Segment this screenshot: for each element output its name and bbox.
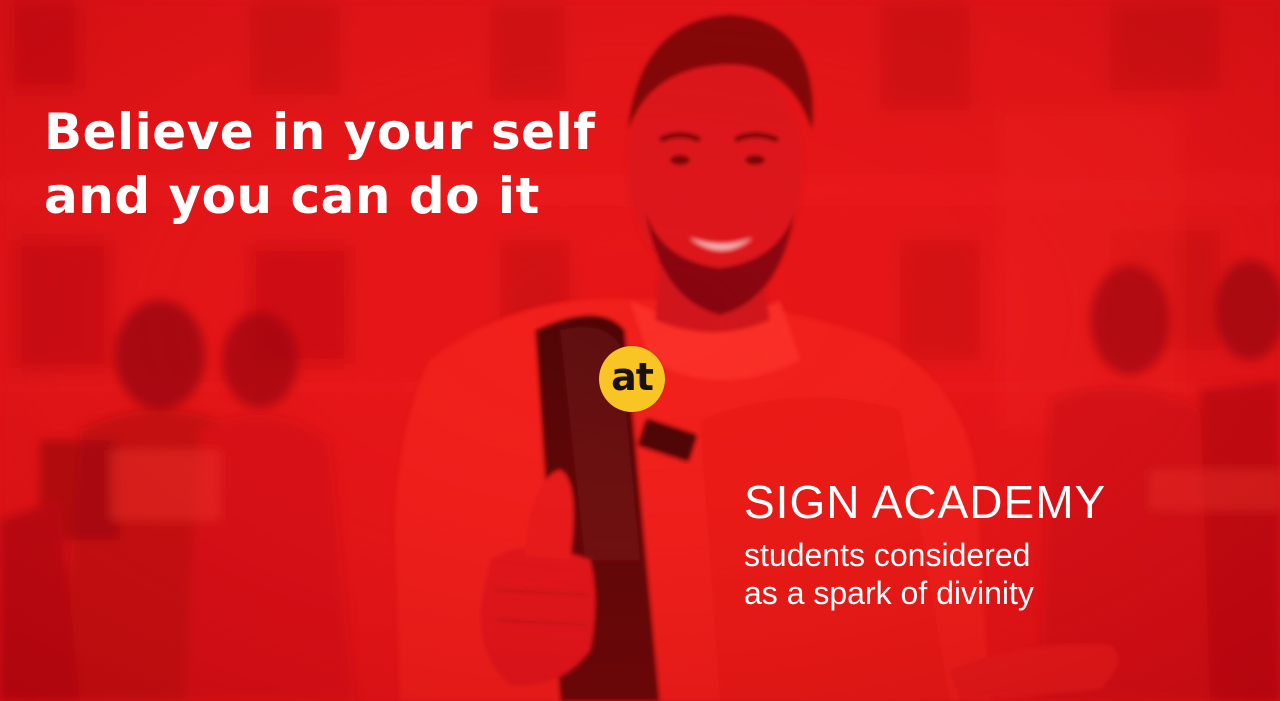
tagline: students considered as a spark of divini… (744, 536, 1106, 612)
brand-name: SIGN ACADEMY (744, 476, 1107, 528)
headline-line-1: Believe in your self (44, 103, 596, 161)
promo-banner: Believe in your self and you can do it a… (0, 0, 1280, 701)
headline: Believe in your self and you can do it (44, 100, 595, 228)
tagline-line-1: students considered (744, 537, 1031, 573)
headline-line-2: and you can do it (44, 167, 540, 225)
brand-block: SIGN ACADEMY students considered as a sp… (744, 474, 1106, 612)
logo-badge: at (599, 346, 665, 412)
logo-text: at (611, 355, 654, 399)
tagline-line-2: as a spark of divinity (744, 575, 1034, 611)
